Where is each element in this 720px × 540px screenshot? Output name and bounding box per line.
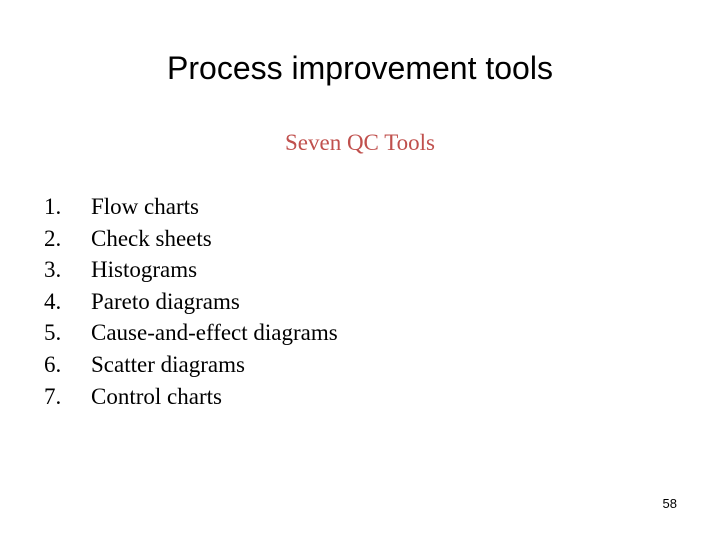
list-item-number: 5. bbox=[44, 320, 62, 346]
list-item: 4. Pareto diagrams bbox=[44, 286, 338, 318]
list-item: 3. Histograms bbox=[44, 254, 338, 286]
list-item-number: 3. bbox=[44, 257, 62, 283]
list-item: 5. Cause-and-effect diagrams bbox=[44, 317, 338, 349]
slide-title: Process improvement tools bbox=[167, 50, 553, 86]
slide: Process improvement tools Seven QC Tools… bbox=[0, 0, 720, 540]
tools-list: 1. Flow charts 2. Check sheets 3. Histog… bbox=[44, 191, 338, 412]
list-item-number: 6. bbox=[44, 351, 62, 377]
list-item-number: 1. bbox=[44, 194, 62, 219]
list-item-label: Histograms bbox=[91, 257, 198, 283]
list-item-label: Scatter diagrams bbox=[91, 351, 245, 377]
list-item: 7. Control charts bbox=[44, 381, 338, 413]
list-item-number: 7. bbox=[44, 383, 62, 409]
list-item: 1. Flow charts bbox=[44, 191, 338, 223]
list-item-label: Control charts bbox=[91, 383, 222, 409]
list-item-label: Pareto diagrams bbox=[91, 288, 240, 314]
list-item-number: 4. bbox=[44, 288, 62, 314]
list-item-label: Cause-and-effect diagrams bbox=[91, 320, 338, 346]
list-item-number: 2. bbox=[44, 225, 62, 251]
list-item: 6. Scatter diagrams bbox=[44, 349, 338, 381]
page-number: 58 bbox=[662, 496, 677, 511]
list-item-label: Check sheets bbox=[91, 225, 212, 251]
list-item-label: Flow charts bbox=[91, 194, 199, 219]
list-item: 2. Check sheets bbox=[44, 223, 338, 255]
slide-subtitle: Seven QC Tools bbox=[284, 130, 436, 155]
